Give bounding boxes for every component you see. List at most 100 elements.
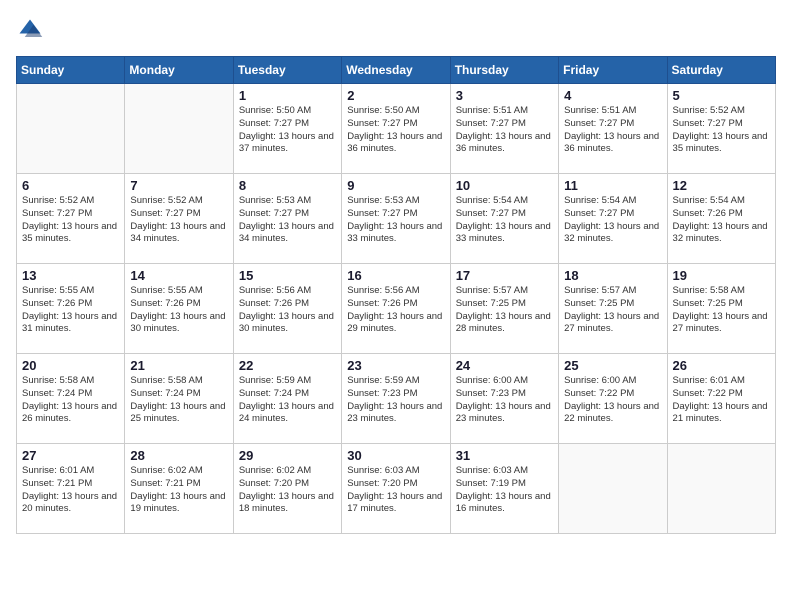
day-detail: Sunrise: 5:57 AM Sunset: 7:25 PM Dayligh… xyxy=(564,285,661,336)
day-detail: Sunrise: 5:59 AM Sunset: 7:24 PM Dayligh… xyxy=(239,375,336,426)
calendar-cell xyxy=(667,444,775,534)
day-number: 10 xyxy=(456,178,553,193)
day-number: 26 xyxy=(673,358,770,373)
weekday-header: Wednesday xyxy=(342,57,450,84)
calendar-week-row: 13 Sunrise: 5:55 AM Sunset: 7:26 PM Dayli… xyxy=(17,264,776,354)
calendar-cell: 12 Sunrise: 5:54 AM Sunset: 7:26 PM Dayli… xyxy=(667,174,775,264)
calendar-cell: 22 Sunrise: 5:59 AM Sunset: 7:24 PM Dayli… xyxy=(233,354,341,444)
day-number: 19 xyxy=(673,268,770,283)
day-number: 23 xyxy=(347,358,444,373)
day-detail: Sunrise: 5:57 AM Sunset: 7:25 PM Dayligh… xyxy=(456,285,553,336)
calendar-cell: 27 Sunrise: 6:01 AM Sunset: 7:21 PM Dayli… xyxy=(17,444,125,534)
calendar-cell xyxy=(17,84,125,174)
day-detail: Sunrise: 5:56 AM Sunset: 7:26 PM Dayligh… xyxy=(347,285,444,336)
day-detail: Sunrise: 5:56 AM Sunset: 7:26 PM Dayligh… xyxy=(239,285,336,336)
day-detail: Sunrise: 6:01 AM Sunset: 7:22 PM Dayligh… xyxy=(673,375,770,426)
logo-icon xyxy=(16,16,44,44)
weekday-header: Friday xyxy=(559,57,667,84)
calendar-cell: 9Sunrise: 5:53 AM Sunset: 7:27 PM Daylig… xyxy=(342,174,450,264)
day-number: 16 xyxy=(347,268,444,283)
calendar-cell: 29Sunrise: 6:02 AM Sunset: 7:20 PM Dayli… xyxy=(233,444,341,534)
day-number: 11 xyxy=(564,178,661,193)
day-detail: Sunrise: 5:54 AM Sunset: 7:27 PM Dayligh… xyxy=(564,195,661,246)
calendar-cell: 11 Sunrise: 5:54 AM Sunset: 7:27 PM Dayli… xyxy=(559,174,667,264)
day-number: 13 xyxy=(22,268,119,283)
day-number: 4 xyxy=(564,88,661,103)
weekday-header: Saturday xyxy=(667,57,775,84)
day-number: 31 xyxy=(456,448,553,463)
day-number: 5 xyxy=(673,88,770,103)
day-number: 21 xyxy=(130,358,227,373)
day-detail: Sunrise: 5:59 AM Sunset: 7:23 PM Dayligh… xyxy=(347,375,444,426)
day-detail: Sunrise: 6:01 AM Sunset: 7:21 PM Dayligh… xyxy=(22,465,119,516)
weekday-header: Sunday xyxy=(17,57,125,84)
calendar-cell: 4 Sunrise: 5:51 AM Sunset: 7:27 PM Daylig… xyxy=(559,84,667,174)
day-number: 30 xyxy=(347,448,444,463)
calendar-week-row: 27 Sunrise: 6:01 AM Sunset: 7:21 PM Dayli… xyxy=(17,444,776,534)
day-detail: Sunrise: 5:52 AM Sunset: 7:27 PM Dayligh… xyxy=(673,105,770,156)
calendar-week-row: 6Sunrise: 5:52 AM Sunset: 7:27 PM Daylig… xyxy=(17,174,776,264)
day-detail: Sunrise: 5:58 AM Sunset: 7:24 PM Dayligh… xyxy=(22,375,119,426)
calendar-cell: 18 Sunrise: 5:57 AM Sunset: 7:25 PM Dayli… xyxy=(559,264,667,354)
day-detail: Sunrise: 6:02 AM Sunset: 7:21 PM Dayligh… xyxy=(130,465,227,516)
calendar-cell: 21 Sunrise: 5:58 AM Sunset: 7:24 PM Dayli… xyxy=(125,354,233,444)
weekday-header: Tuesday xyxy=(233,57,341,84)
day-number: 3 xyxy=(456,88,553,103)
day-number: 17 xyxy=(456,268,553,283)
day-detail: Sunrise: 5:58 AM Sunset: 7:24 PM Dayligh… xyxy=(130,375,227,426)
weekday-header: Thursday xyxy=(450,57,558,84)
calendar-cell: 7 Sunrise: 5:52 AM Sunset: 7:27 PM Daylig… xyxy=(125,174,233,264)
calendar-cell: 20 Sunrise: 5:58 AM Sunset: 7:24 PM Dayli… xyxy=(17,354,125,444)
day-detail: Sunrise: 5:52 AM Sunset: 7:27 PM Dayligh… xyxy=(130,195,227,246)
day-detail: Sunrise: 5:54 AM Sunset: 7:26 PM Dayligh… xyxy=(673,195,770,246)
day-number: 14 xyxy=(130,268,227,283)
calendar-table: SundayMondayTuesdayWednesdayThursdayFrid… xyxy=(16,56,776,534)
day-detail: Sunrise: 6:03 AM Sunset: 7:19 PM Dayligh… xyxy=(456,465,553,516)
day-detail: Sunrise: 5:50 AM Sunset: 7:27 PM Dayligh… xyxy=(347,105,444,156)
calendar-cell: 16 Sunrise: 5:56 AM Sunset: 7:26 PM Dayli… xyxy=(342,264,450,354)
day-number: 2 xyxy=(347,88,444,103)
calendar-cell: 13 Sunrise: 5:55 AM Sunset: 7:26 PM Dayli… xyxy=(17,264,125,354)
calendar-cell: 2 Sunrise: 5:50 AM Sunset: 7:27 PM Daylig… xyxy=(342,84,450,174)
day-number: 27 xyxy=(22,448,119,463)
day-detail: Sunrise: 5:51 AM Sunset: 7:27 PM Dayligh… xyxy=(564,105,661,156)
day-number: 15 xyxy=(239,268,336,283)
calendar-cell: 3Sunrise: 5:51 AM Sunset: 7:27 PM Daylig… xyxy=(450,84,558,174)
calendar-cell xyxy=(559,444,667,534)
day-number: 7 xyxy=(130,178,227,193)
calendar-cell: 24Sunrise: 6:00 AM Sunset: 7:23 PM Dayli… xyxy=(450,354,558,444)
calendar-cell: 1 Sunrise: 5:50 AM Sunset: 7:27 PM Daylig… xyxy=(233,84,341,174)
calendar-cell: 6Sunrise: 5:52 AM Sunset: 7:27 PM Daylig… xyxy=(17,174,125,264)
day-detail: Sunrise: 6:03 AM Sunset: 7:20 PM Dayligh… xyxy=(347,465,444,516)
day-number: 12 xyxy=(673,178,770,193)
day-number: 9 xyxy=(347,178,444,193)
day-detail: Sunrise: 5:53 AM Sunset: 7:27 PM Dayligh… xyxy=(239,195,336,246)
day-number: 29 xyxy=(239,448,336,463)
day-number: 22 xyxy=(239,358,336,373)
day-detail: Sunrise: 5:55 AM Sunset: 7:26 PM Dayligh… xyxy=(22,285,119,336)
logo xyxy=(16,16,48,44)
day-detail: Sunrise: 5:55 AM Sunset: 7:26 PM Dayligh… xyxy=(130,285,227,336)
day-detail: Sunrise: 6:00 AM Sunset: 7:23 PM Dayligh… xyxy=(456,375,553,426)
day-detail: Sunrise: 5:50 AM Sunset: 7:27 PM Dayligh… xyxy=(239,105,336,156)
day-detail: Sunrise: 5:54 AM Sunset: 7:27 PM Dayligh… xyxy=(456,195,553,246)
calendar-cell: 31 Sunrise: 6:03 AM Sunset: 7:19 PM Dayli… xyxy=(450,444,558,534)
calendar-cell: 23 Sunrise: 5:59 AM Sunset: 7:23 PM Dayli… xyxy=(342,354,450,444)
day-number: 25 xyxy=(564,358,661,373)
calendar-cell: 14 Sunrise: 5:55 AM Sunset: 7:26 PM Dayli… xyxy=(125,264,233,354)
calendar-cell: 28Sunrise: 6:02 AM Sunset: 7:21 PM Dayli… xyxy=(125,444,233,534)
calendar-cell: 30 Sunrise: 6:03 AM Sunset: 7:20 PM Dayli… xyxy=(342,444,450,534)
calendar-week-row: 20 Sunrise: 5:58 AM Sunset: 7:24 PM Dayli… xyxy=(17,354,776,444)
weekday-header: Monday xyxy=(125,57,233,84)
calendar-cell: 8Sunrise: 5:53 AM Sunset: 7:27 PM Daylig… xyxy=(233,174,341,264)
calendar-week-row: 1 Sunrise: 5:50 AM Sunset: 7:27 PM Daylig… xyxy=(17,84,776,174)
calendar-cell: 26 Sunrise: 6:01 AM Sunset: 7:22 PM Dayli… xyxy=(667,354,775,444)
day-number: 20 xyxy=(22,358,119,373)
calendar-cell: 10 Sunrise: 5:54 AM Sunset: 7:27 PM Dayli… xyxy=(450,174,558,264)
day-number: 18 xyxy=(564,268,661,283)
calendar-cell: 17 Sunrise: 5:57 AM Sunset: 7:25 PM Dayli… xyxy=(450,264,558,354)
calendar-cell: 15 Sunrise: 5:56 AM Sunset: 7:26 PM Dayli… xyxy=(233,264,341,354)
calendar-header-row: SundayMondayTuesdayWednesdayThursdayFrid… xyxy=(17,57,776,84)
day-number: 1 xyxy=(239,88,336,103)
calendar-cell: 5 Sunrise: 5:52 AM Sunset: 7:27 PM Daylig… xyxy=(667,84,775,174)
